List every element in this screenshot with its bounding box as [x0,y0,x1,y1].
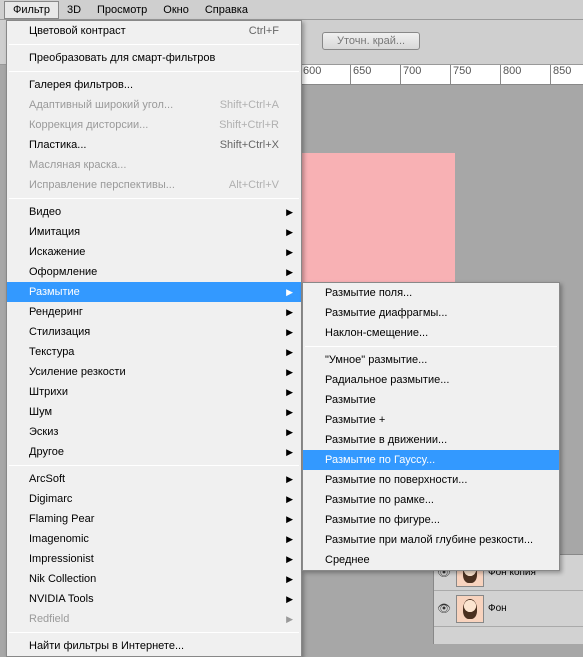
submenu-arrow-icon: ▶ [286,474,293,485]
submenu-arrow-icon: ▶ [286,227,293,238]
menu-separator [9,71,299,72]
canvas-selection [300,153,455,303]
menu-item-adaptive-wide: Адаптивный широкий угол...Shift+Ctrl+A [7,95,301,115]
menu-item-browse-online[interactable]: Найти фильтры в Интернете... [7,636,301,656]
menu-item-oil-paint: Масляная краска... [7,155,301,175]
menu-item-lens-blur[interactable]: Размытие при малой глубине резкости... [303,530,559,550]
ruler-tick: 850 [550,65,583,84]
layer-row[interactable]: 👁 Фон [434,591,583,627]
ruler-tick: 700 [400,65,450,84]
submenu-arrow-icon: ▶ [286,327,293,338]
menu-item-pixelate[interactable]: Оформление▶ [7,262,301,282]
menu-window[interactable]: Окно [155,2,197,18]
menu-item-box-blur[interactable]: Размытие по рамке... [303,490,559,510]
submenu-arrow-icon: ▶ [286,387,293,398]
menu-item-texture[interactable]: Текстура▶ [7,342,301,362]
menu-item-redfield: Redfield▶ [7,609,301,629]
submenu-arrow-icon: ▶ [286,447,293,458]
layer-name[interactable]: Фон [488,603,581,614]
menu-item-surface-blur[interactable]: Размытие по поверхности... [303,470,559,490]
submenu-arrow-icon: ▶ [286,574,293,585]
menu-item-sharpen[interactable]: Усиление резкости▶ [7,362,301,382]
menu-view[interactable]: Просмотр [89,2,155,18]
menu-item-blur[interactable]: Размытие▶ [7,282,301,302]
menu-item-convert-smart[interactable]: Преобразовать для смарт-фильтров [7,48,301,68]
menu-item-nik-collection[interactable]: Nik Collection▶ [7,569,301,589]
menu-item-iris-blur[interactable]: Размытие диафрагмы... [303,303,559,323]
submenu-arrow-icon: ▶ [286,427,293,438]
ruler-tick: 600 [300,65,350,84]
submenu-arrow-icon: ▶ [286,247,293,258]
menu-item-average[interactable]: Среднее [303,550,559,570]
menu-item-artistic[interactable]: Имитация▶ [7,222,301,242]
filter-menu: Цветовой контрастCtrl+F Преобразовать дл… [6,20,302,657]
menu-item-lens-correction: Коррекция дисторсии...Shift+Ctrl+R [7,115,301,135]
menu-item-tilt-shift[interactable]: Наклон-смещение... [303,323,559,343]
menu-item-motion-blur[interactable]: Размытие в движении... [303,430,559,450]
ruler-horizontal: 600 650 700 750 800 850 900 950 1000 [300,65,583,85]
submenu-arrow-icon: ▶ [286,514,293,525]
submenu-arrow-icon: ▶ [286,347,293,358]
visibility-icon[interactable]: 👁 [436,602,452,615]
menu-item-radial-blur[interactable]: Радиальное размытие... [303,370,559,390]
menu-item-flaming-pear[interactable]: Flaming Pear▶ [7,509,301,529]
menu-item-noise[interactable]: Шум▶ [7,402,301,422]
submenu-arrow-icon: ▶ [286,534,293,545]
menu-item-stylize[interactable]: Стилизация▶ [7,322,301,342]
menu-item-filter-gallery[interactable]: Галерея фильтров... [7,75,301,95]
menu-separator [305,346,557,347]
menu-item-vanishing-point: Исправление перспективы...Alt+Ctrl+V [7,175,301,195]
menu-filter[interactable]: Фильтр [4,1,59,19]
menu-separator [9,465,299,466]
menu-item-imagenomic[interactable]: Imagenomic▶ [7,529,301,549]
submenu-arrow-icon: ▶ [286,407,293,418]
menu-item-render[interactable]: Рендеринг▶ [7,302,301,322]
menu-item-impressionist[interactable]: Impressionist▶ [7,549,301,569]
menu-item-field-blur[interactable]: Размытие поля... [303,283,559,303]
menu-item-liquify[interactable]: Пластика...Shift+Ctrl+X [7,135,301,155]
submenu-arrow-icon: ▶ [286,594,293,605]
ruler-tick: 650 [350,65,400,84]
menu-item-arcsoft[interactable]: ArcSoft▶ [7,469,301,489]
submenu-arrow-icon: ▶ [286,267,293,278]
menu-item-distort[interactable]: Искажение▶ [7,242,301,262]
menu-item-last-filter[interactable]: Цветовой контрастCtrl+F [7,21,301,41]
submenu-arrow-icon: ▶ [286,614,293,625]
refine-edge-button[interactable]: Уточн. край... [322,32,420,50]
menu-item-nvidia-tools[interactable]: NVIDIA Tools▶ [7,589,301,609]
menu-item-shape-blur[interactable]: Размытие по фигуре... [303,510,559,530]
menu-item-other[interactable]: Другое▶ [7,442,301,462]
ruler-tick: 750 [450,65,500,84]
menubar: Фильтр 3D Просмотр Окно Справка [0,0,583,20]
submenu-arrow-icon: ▶ [286,207,293,218]
submenu-arrow-icon: ▶ [286,307,293,318]
menu-item-smart-blur[interactable]: "Умное" размытие... [303,350,559,370]
menu-item-sketch[interactable]: Эскиз▶ [7,422,301,442]
menu-3d[interactable]: 3D [59,2,89,18]
menu-item-video[interactable]: Видео▶ [7,202,301,222]
menu-item-digimarc[interactable]: Digimarc▶ [7,489,301,509]
menu-item-brush-strokes[interactable]: Штрихи▶ [7,382,301,402]
submenu-arrow-icon: ▶ [286,287,293,298]
menu-separator [9,198,299,199]
menu-separator [9,44,299,45]
menu-help[interactable]: Справка [197,2,256,18]
submenu-arrow-icon: ▶ [286,494,293,505]
blur-submenu: Размытие поля... Размытие диафрагмы... Н… [302,282,560,571]
ruler-tick: 800 [500,65,550,84]
layer-thumbnail[interactable] [456,595,484,623]
menu-item-blur-more[interactable]: Размытие + [303,410,559,430]
submenu-arrow-icon: ▶ [286,554,293,565]
menu-item-blur[interactable]: Размытие [303,390,559,410]
submenu-arrow-icon: ▶ [286,367,293,378]
menu-item-gaussian-blur[interactable]: Размытие по Гауссу... [303,450,559,470]
menu-separator [9,632,299,633]
